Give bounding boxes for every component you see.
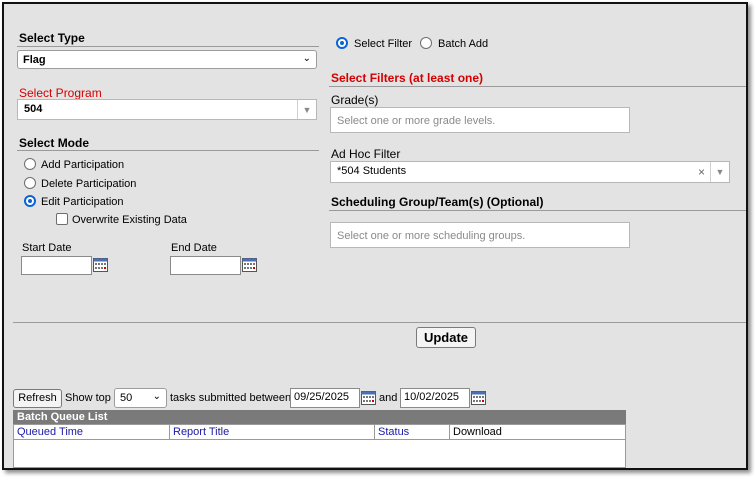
edit-participation-label: Edit Participation xyxy=(41,196,124,208)
scheduling-groups-label: Scheduling Group/Team(s) (Optional) xyxy=(331,195,544,209)
batch-queue-list-title: Batch Queue List xyxy=(13,410,626,424)
select-program-label: Select Program xyxy=(19,86,102,100)
divider xyxy=(329,86,746,87)
overwrite-existing-data-checkbox[interactable] xyxy=(56,213,68,225)
select-type-dropdown[interactable]: Flag ⌄ xyxy=(17,50,317,69)
chevron-down-icon: ⌄ xyxy=(152,391,161,402)
divider xyxy=(17,150,319,151)
clear-icon[interactable]: × xyxy=(698,165,705,179)
scheduling-groups-placeholder: Select one or more scheduling groups. xyxy=(337,230,526,242)
update-button[interactable]: Update xyxy=(416,327,476,348)
radio-delete-participation[interactable] xyxy=(24,177,36,189)
show-top-label: Show top xyxy=(65,392,111,404)
refresh-button[interactable]: Refresh xyxy=(13,389,62,408)
calendar-icon[interactable] xyxy=(242,258,257,272)
divider xyxy=(329,210,746,211)
start-date-input[interactable] xyxy=(21,256,92,275)
grades-placeholder: Select one or more grade levels. xyxy=(337,115,496,127)
chevron-down-icon[interactable]: ▼ xyxy=(710,162,729,182)
select-mode-label: Select Mode xyxy=(19,136,90,150)
select-type-value: Flag xyxy=(23,54,46,66)
select-type-label: Select Type xyxy=(19,31,85,45)
calendar-icon[interactable] xyxy=(93,258,108,272)
chevron-down-icon: ⌄ xyxy=(302,53,311,64)
table-header-row: Queued Time Report Title Status Download xyxy=(14,425,625,440)
batch-add-label: Batch Add xyxy=(438,38,489,50)
radio-add-participation[interactable] xyxy=(24,158,36,170)
end-date-label: End Date xyxy=(171,242,217,254)
overwrite-existing-data-label: Overwrite Existing Data xyxy=(72,214,187,226)
scheduling-groups-multiselect[interactable]: Select one or more scheduling groups. xyxy=(330,222,630,248)
grades-multiselect[interactable]: Select one or more grade levels. xyxy=(330,107,630,133)
calendar-icon[interactable] xyxy=(361,391,376,405)
select-filter-label: Select Filter xyxy=(354,38,413,50)
radio-edit-participation[interactable] xyxy=(24,195,36,207)
end-date-input[interactable] xyxy=(170,256,241,275)
select-program-combobox[interactable]: 504 ▼ xyxy=(17,99,317,120)
divider xyxy=(17,46,319,47)
select-program-value: 504 xyxy=(24,103,43,115)
tasks-submitted-between-label: tasks submitted between xyxy=(170,392,292,404)
start-date-label: Start Date xyxy=(22,242,72,254)
column-status[interactable]: Status xyxy=(375,425,450,439)
column-queued-time[interactable]: Queued Time xyxy=(14,425,170,439)
adhoc-filter-combobox[interactable]: *504 Students × ▼ xyxy=(330,161,730,183)
select-filters-heading: Select Filters (at least one) xyxy=(331,71,484,85)
batch-queue-table: Queued Time Report Title Status Download xyxy=(13,424,626,468)
column-download: Download xyxy=(453,426,502,438)
show-top-select[interactable]: 50 ⌄ xyxy=(114,388,167,408)
from-date-input[interactable]: 09/25/2025 xyxy=(290,388,360,408)
delete-participation-label: Delete Participation xyxy=(41,178,137,190)
column-report-title[interactable]: Report Title xyxy=(170,425,375,439)
radio-batch-add[interactable] xyxy=(420,37,432,49)
show-top-value: 50 xyxy=(120,392,133,404)
to-date-input[interactable]: 10/02/2025 xyxy=(400,388,470,408)
add-participation-label: Add Participation xyxy=(41,159,125,171)
adhoc-filter-value: *504 Students xyxy=(337,165,407,177)
radio-select-filter[interactable] xyxy=(336,37,348,49)
chevron-down-icon[interactable]: ▼ xyxy=(297,100,316,119)
batch-participation-panel: Select Type Flag ⌄ Select Program 504 ▼ … xyxy=(2,2,748,470)
and-label: and xyxy=(379,392,398,404)
divider xyxy=(13,322,746,323)
calendar-icon[interactable] xyxy=(471,391,486,405)
adhoc-filter-label: Ad Hoc Filter xyxy=(331,147,401,161)
grades-label: Grade(s) xyxy=(331,93,379,107)
